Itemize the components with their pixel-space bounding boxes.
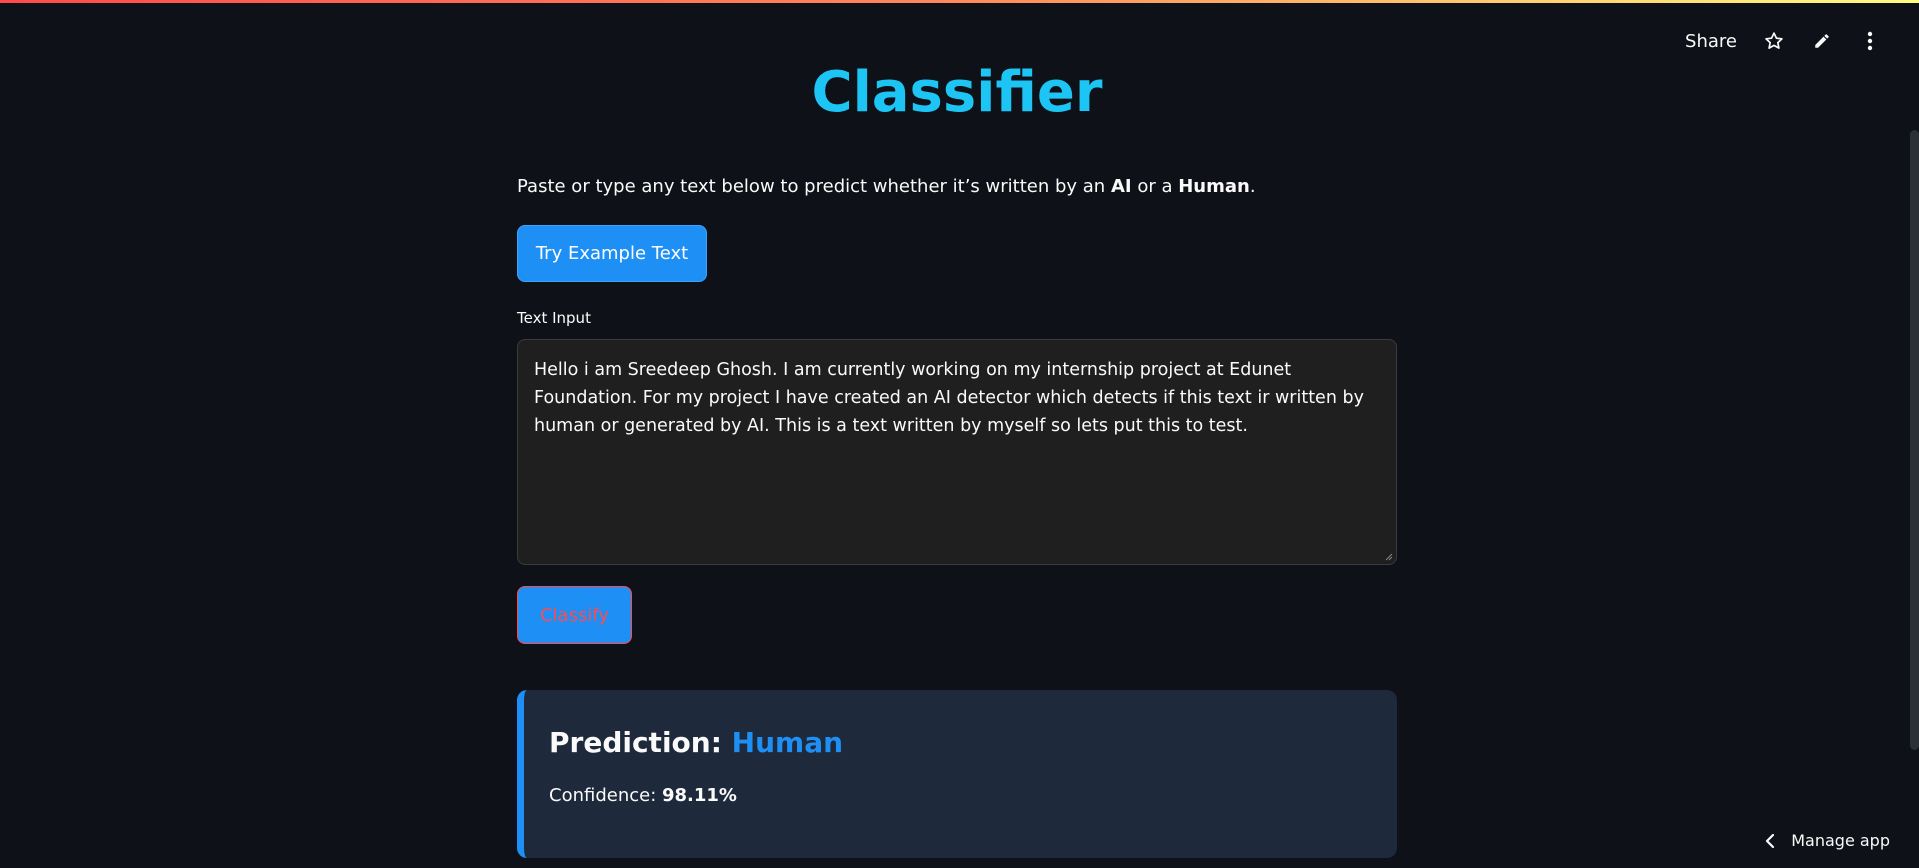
prediction-heading: Prediction: Human bbox=[549, 726, 843, 759]
confidence-value: 98.11% bbox=[662, 785, 737, 806]
intro-suffix: . bbox=[1249, 176, 1256, 197]
chevron-left-icon bbox=[1766, 833, 1775, 848]
top-decoration-bar bbox=[0, 0, 1919, 3]
prediction-label: Prediction: bbox=[549, 726, 732, 759]
resize-handle-icon[interactable] bbox=[1385, 553, 1393, 561]
text-input-area[interactable]: Hello i am Sreedeep Ghosh. I am currentl… bbox=[517, 339, 1397, 565]
pencil-icon[interactable] bbox=[1811, 30, 1833, 52]
intro-ai: AI bbox=[1110, 176, 1132, 197]
confidence-text: Confidence: 98.11% bbox=[549, 785, 737, 806]
try-example-text-button[interactable]: Try Example Text bbox=[517, 225, 707, 282]
classify-button[interactable]: Classify bbox=[517, 586, 632, 644]
page-scrollbar[interactable] bbox=[1910, 130, 1919, 750]
prediction-value: Human bbox=[731, 726, 844, 759]
app-toolbar: Share bbox=[1685, 30, 1881, 52]
share-button[interactable]: Share bbox=[1685, 31, 1737, 52]
manage-app-button[interactable]: Manage app bbox=[1765, 831, 1890, 850]
intro-prefix: Paste or type any text below to predict … bbox=[517, 176, 1111, 197]
star-icon[interactable] bbox=[1763, 30, 1785, 52]
more-vertical-icon[interactable] bbox=[1859, 30, 1881, 52]
intro-middle: or a bbox=[1131, 176, 1179, 197]
page-title: Classifier bbox=[811, 60, 1103, 125]
intro-human: Human bbox=[1178, 176, 1250, 197]
confidence-label: Confidence: bbox=[549, 785, 662, 806]
text-input-value: Hello i am Sreedeep Ghosh. I am currentl… bbox=[534, 360, 1364, 436]
prediction-result-card: Prediction: Human Confidence: 98.11% bbox=[517, 690, 1397, 858]
intro-text: Paste or type any text below to predict … bbox=[517, 176, 1256, 197]
text-input-label: Text Input bbox=[517, 309, 591, 327]
manage-app-label: Manage app bbox=[1791, 831, 1890, 850]
